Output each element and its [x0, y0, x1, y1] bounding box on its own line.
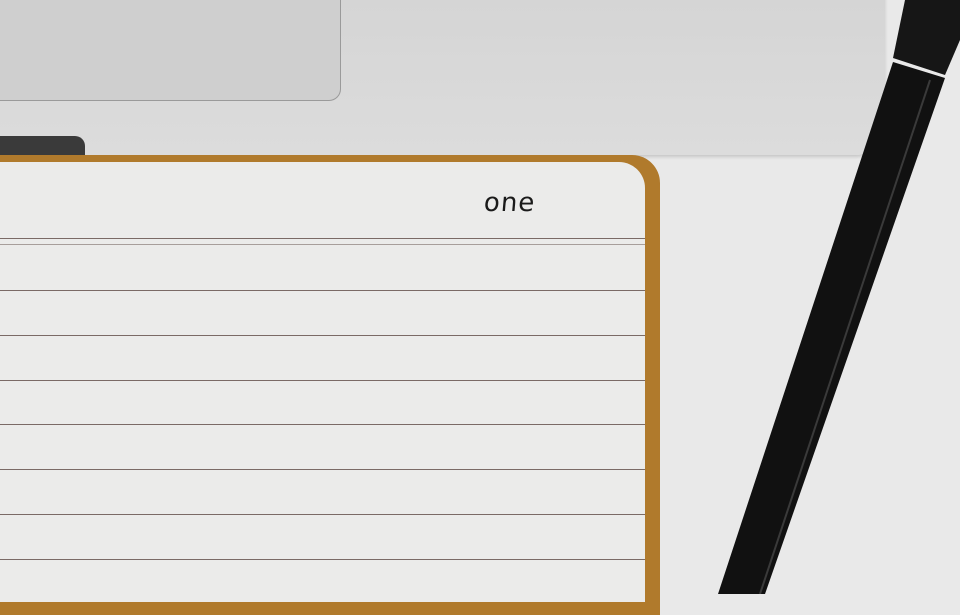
- pen: [718, 0, 960, 594]
- pen-highlight: [759, 79, 931, 594]
- pen-barrel: [718, 62, 945, 594]
- pen-cap: [893, 0, 960, 75]
